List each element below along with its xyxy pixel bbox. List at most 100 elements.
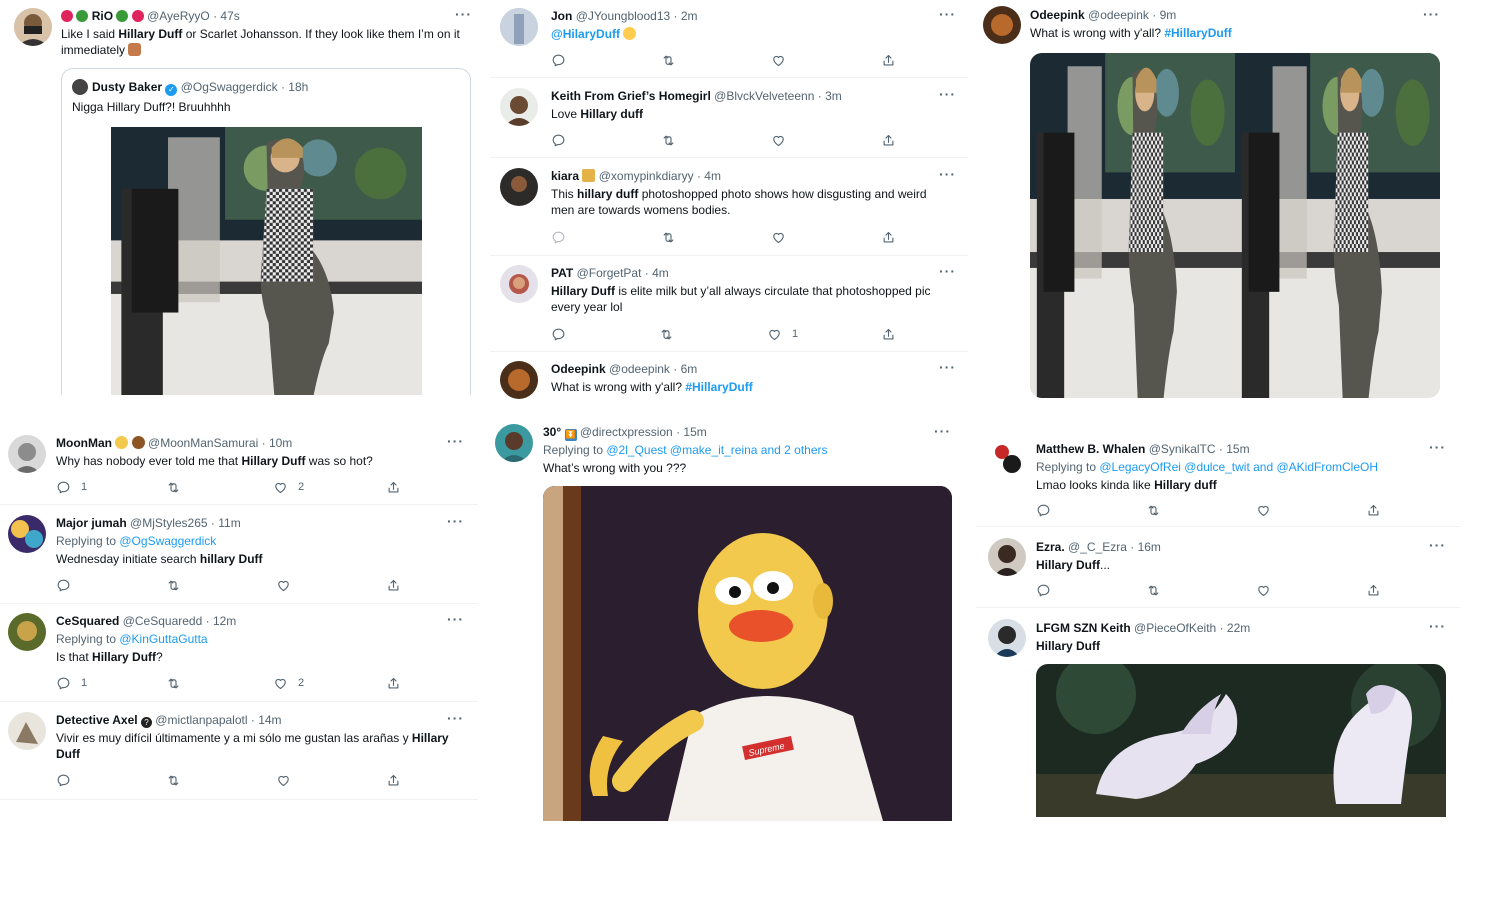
share-icon[interactable]: [386, 675, 401, 691]
share-icon[interactable]: [881, 229, 896, 245]
tweet[interactable]: Jon @JYoungblood13 · 2m ··· @HilaryDuff: [490, 0, 968, 78]
reply-icon[interactable]: [1036, 582, 1051, 598]
retweet-icon[interactable]: [659, 326, 674, 342]
author-handle[interactable]: @BlvckVelveteenn: [714, 89, 814, 103]
tweet[interactable]: PAT @ForgetPat · 4m ··· Hillary Duff is …: [490, 257, 968, 352]
more-options-icon[interactable]: ···: [939, 359, 956, 375]
avatar[interactable]: [14, 8, 52, 46]
like-icon[interactable]: [276, 577, 291, 593]
avatar[interactable]: [8, 515, 46, 553]
more-options-icon[interactable]: ···: [939, 263, 956, 279]
avatar[interactable]: [988, 619, 1026, 657]
timestamp[interactable]: · 12m: [206, 614, 237, 628]
avatar[interactable]: [72, 79, 88, 95]
author-handle[interactable]: @mictlanpapalotl: [155, 713, 247, 727]
tweet[interactable]: Major jumah @MjStyles265 · 11m ··· Reply…: [0, 506, 478, 604]
author-handle[interactable]: @xomypinkdiaryy: [599, 169, 694, 183]
author-handle[interactable]: @odeepink: [1088, 8, 1149, 22]
avatar[interactable]: [8, 613, 46, 651]
author-name[interactable]: Dusty Baker: [92, 80, 162, 94]
retweet-icon[interactable]: [1146, 582, 1161, 598]
author-name[interactable]: Detective Axel: [56, 713, 138, 727]
author-name[interactable]: MoonMan: [56, 436, 112, 450]
mention-link[interactable]: @KinGuttaGutta: [119, 632, 207, 646]
share-icon[interactable]: [386, 577, 401, 593]
more-options-icon[interactable]: ···: [939, 86, 956, 102]
timestamp[interactable]: · 4m: [697, 169, 721, 183]
tweet[interactable]: Matthew B. Whalen @SynikalTC · 15m ··· R…: [976, 430, 1460, 527]
tweet[interactable]: Detective Axel ? @mictlanpapalotl · 14m …: [0, 703, 478, 800]
more-options-icon[interactable]: ···: [1429, 537, 1446, 553]
share-icon[interactable]: [386, 479, 401, 495]
hashtag-link[interactable]: #HillaryDuff: [1164, 26, 1231, 40]
like-icon[interactable]: [1256, 502, 1271, 518]
author-handle[interactable]: @odeepink: [609, 362, 670, 376]
tweet[interactable]: kiara @xomypinkdiaryy · 4m ··· This hill…: [490, 160, 968, 256]
timestamp[interactable]: · 4m: [645, 266, 669, 280]
more-options-icon[interactable]: ···: [934, 423, 951, 439]
author-name[interactable]: Odeepink: [551, 362, 606, 376]
more-options-icon[interactable]: ···: [447, 513, 464, 529]
tweet[interactable]: Keith From Grief’s Homegirl @BlvckVelvet…: [490, 80, 968, 158]
mention-link[interactable]: @OgSwaggerdick: [119, 534, 216, 548]
timestamp[interactable]: · 22m: [1220, 621, 1251, 635]
avatar[interactable]: [988, 440, 1026, 478]
timestamp[interactable]: · 10m: [262, 436, 293, 450]
avatar[interactable]: [500, 88, 538, 126]
reply-icon[interactable]: [551, 52, 566, 68]
like-icon[interactable]: [771, 52, 786, 68]
avatar[interactable]: [8, 435, 46, 473]
more-options-icon[interactable]: ···: [1429, 439, 1446, 455]
timestamp[interactable]: · 9m: [1152, 8, 1176, 22]
mention-links[interactable]: @2l_Quest @make_it_reina and 2 others: [606, 443, 827, 457]
author-handle[interactable]: @OgSwaggerdick: [181, 80, 278, 94]
retweet-icon[interactable]: [166, 675, 181, 691]
reply-icon[interactable]: [551, 132, 566, 148]
like-icon[interactable]: [1256, 582, 1271, 598]
like-button[interactable]: 2: [273, 675, 304, 691]
author-name[interactable]: PAT: [551, 266, 573, 280]
author-handle[interactable]: @AyeRyyO: [147, 9, 210, 23]
tweet-photo-comparison[interactable]: [1030, 53, 1440, 398]
hashtag-link[interactable]: #HillaryDuff: [685, 380, 752, 394]
avatar[interactable]: [8, 712, 46, 750]
more-options-icon[interactable]: ···: [447, 433, 464, 449]
reply-icon[interactable]: [551, 326, 566, 342]
timestamp[interactable]: · 2m: [674, 9, 698, 23]
author-handle[interactable]: @JYoungblood13: [576, 9, 671, 23]
share-icon[interactable]: [1366, 502, 1381, 518]
author-handle[interactable]: @ForgetPat: [577, 266, 642, 280]
tweet[interactable]: LFGM SZN Keith @PieceOfKeith · 22m ··· H…: [976, 609, 1460, 820]
like-icon[interactable]: [771, 132, 786, 148]
avatar[interactable]: [500, 361, 538, 399]
author-name[interactable]: Odeepink: [1030, 8, 1085, 22]
author-name[interactable]: Major jumah: [56, 516, 127, 530]
avatar[interactable]: [983, 6, 1021, 44]
share-icon[interactable]: [881, 132, 896, 148]
author-handle[interactable]: @_C_Ezra: [1068, 540, 1127, 554]
share-icon[interactable]: [1366, 582, 1381, 598]
like-button[interactable]: 1: [767, 326, 798, 342]
share-icon[interactable]: [386, 772, 401, 788]
more-options-icon[interactable]: ···: [939, 166, 956, 182]
retweet-icon[interactable]: [166, 479, 181, 495]
retweet-icon[interactable]: [166, 577, 181, 593]
timestamp[interactable]: · 47s: [213, 9, 240, 23]
mention-links[interactable]: @LegacyOfRei @dulce_twit and @AKidFromCl…: [1099, 460, 1378, 474]
timestamp[interactable]: · 18h: [281, 80, 308, 94]
reply-icon[interactable]: [56, 772, 71, 788]
more-options-icon[interactable]: ···: [447, 611, 464, 627]
tweet[interactable]: CeSquared @CeSquaredd · 12m ··· Replying…: [0, 605, 478, 702]
timestamp[interactable]: · 11m: [211, 516, 241, 530]
author-handle[interactable]: @SynikalTC: [1149, 442, 1216, 456]
more-options-icon[interactable]: ···: [1423, 6, 1440, 22]
avatar[interactable]: [988, 538, 1026, 576]
tweet-unicorn-image[interactable]: [1036, 664, 1446, 817]
reply-button[interactable]: 1: [56, 675, 87, 691]
timestamp[interactable]: · 15m: [676, 425, 707, 439]
author-handle[interactable]: @MjStyles265: [130, 516, 208, 530]
author-name[interactable]: LFGM SZN Keith: [1036, 621, 1131, 635]
quoted-tweet[interactable]: Dusty Baker ✓ @OgSwaggerdick · 18h Nigga…: [61, 68, 471, 395]
timestamp[interactable]: · 14m: [251, 713, 282, 727]
author-handle[interactable]: @PieceOfKeith: [1134, 621, 1216, 635]
